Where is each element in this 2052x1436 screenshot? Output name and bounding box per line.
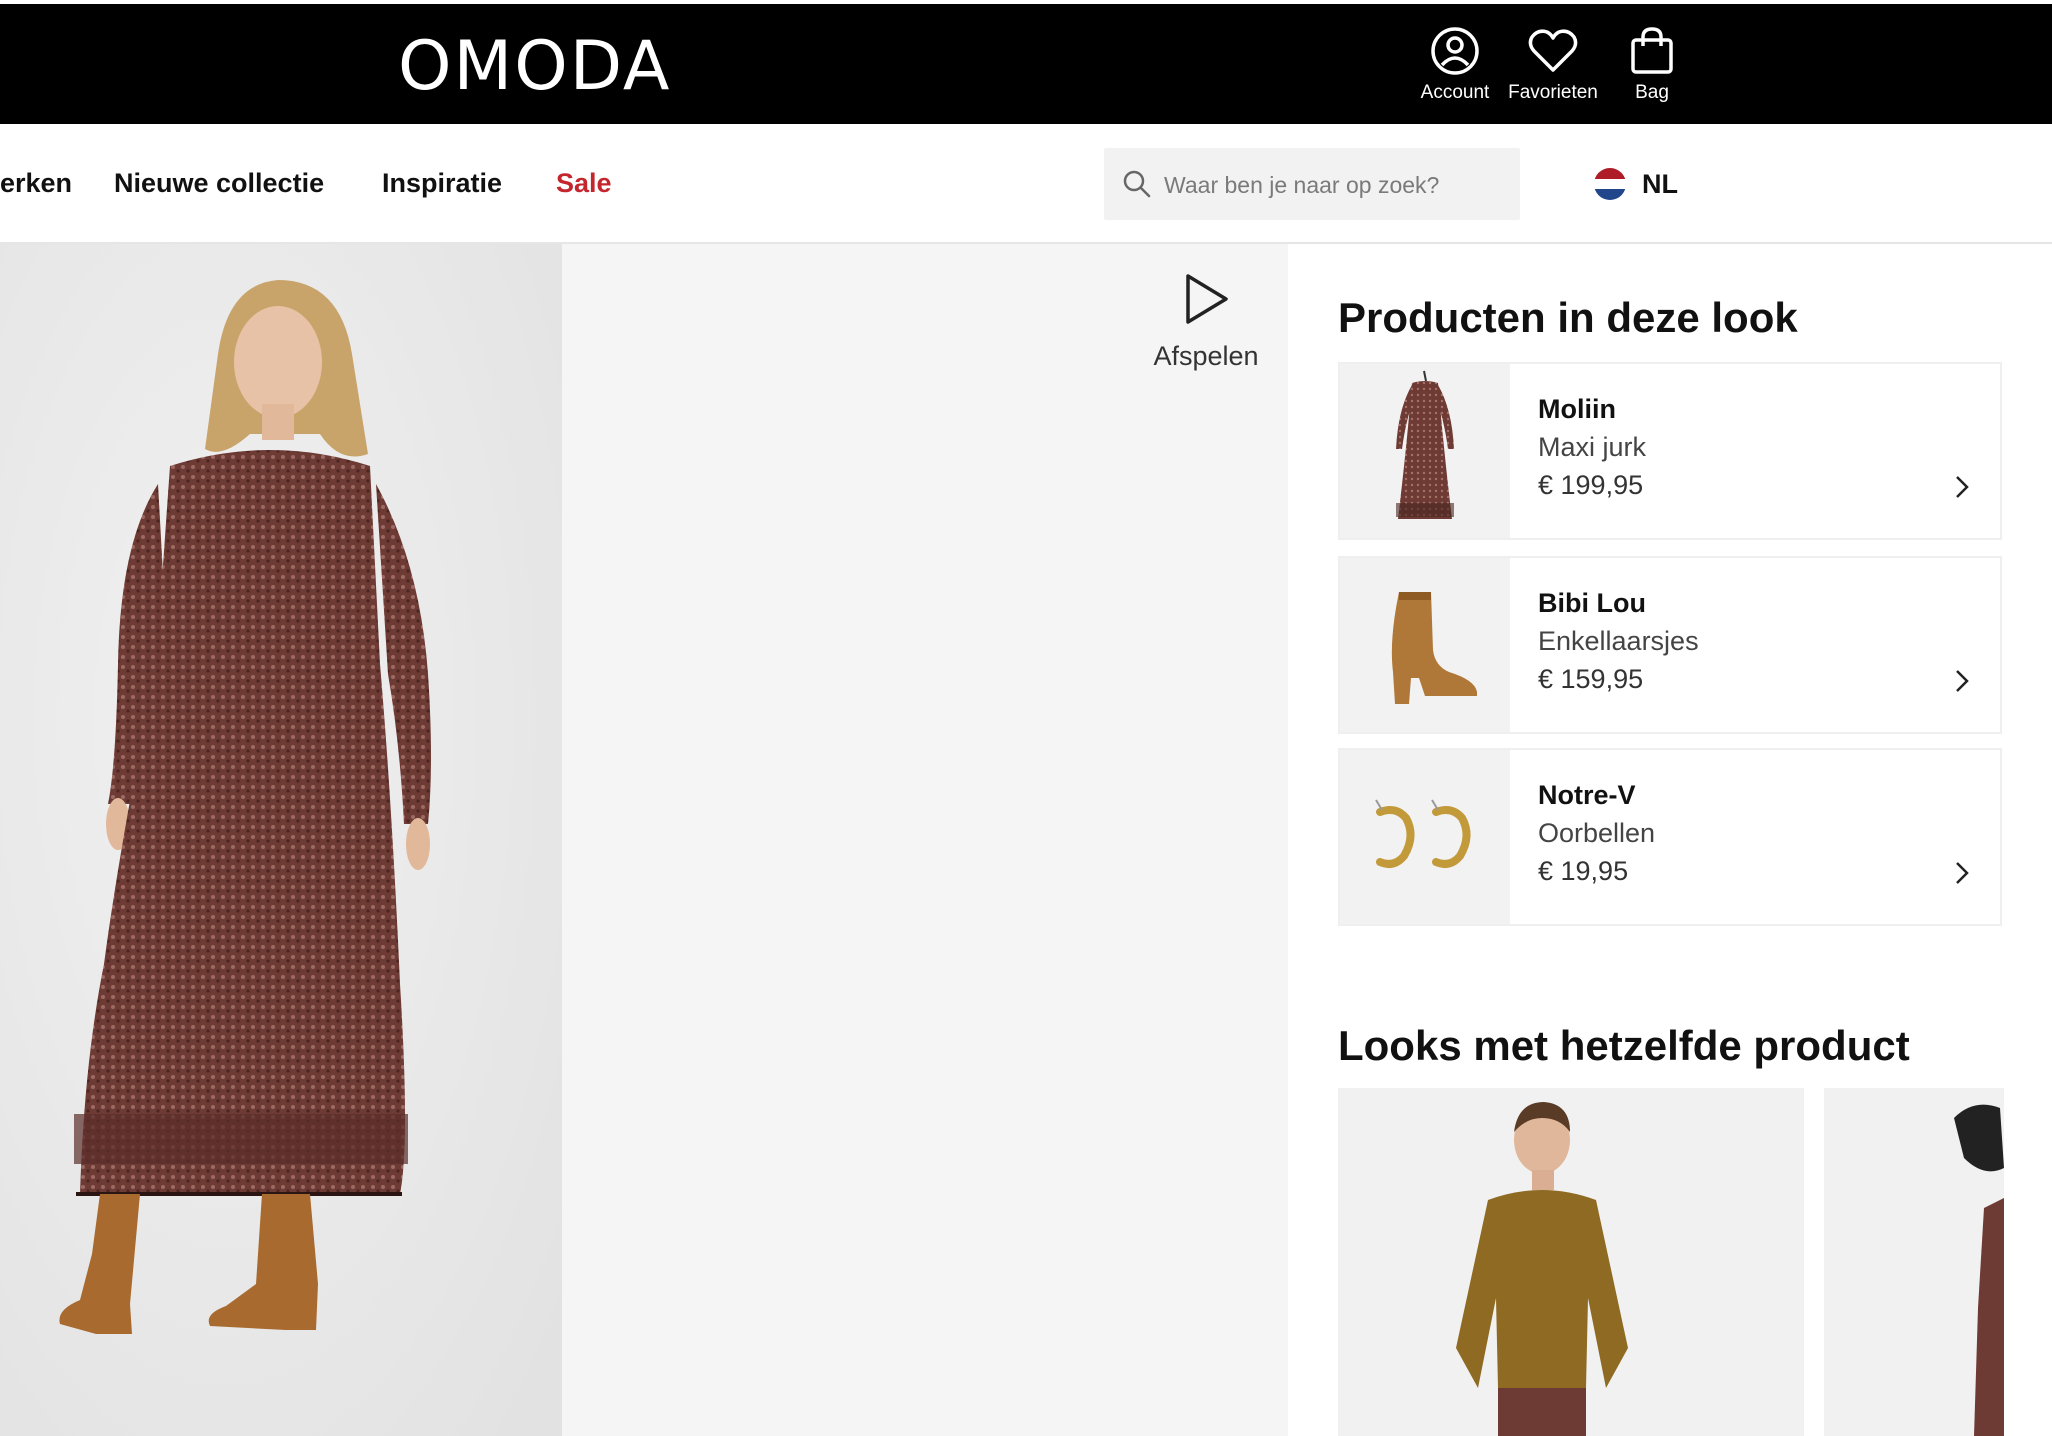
product-brand: Notre-V — [1538, 780, 1636, 810]
product-card[interactable]: Notre-V Oorbellen € 19,95 — [1338, 748, 2002, 926]
product-card[interactable]: Moliin Maxi jurk € 199,95 — [1338, 362, 2002, 540]
model-image — [0, 244, 562, 1436]
play-icon — [1186, 274, 1228, 324]
search-box[interactable] — [1104, 148, 1520, 220]
look-products-panel: Producten in deze look Moliin Maxi jurk … — [1288, 244, 2052, 1436]
look-photo — [0, 244, 562, 1436]
product-price: € 159,95 — [1538, 664, 1644, 694]
favorites-button[interactable]: Favorieten — [1498, 26, 1608, 104]
chevron-right-icon — [1956, 862, 1969, 884]
dress-icon — [1396, 370, 1454, 519]
boot-icon — [1391, 592, 1477, 704]
top-bar: OMODA Account Favorieten Bag — [0, 0, 2052, 124]
language-code: NL — [1642, 168, 1678, 199]
product-thumbnail — [1340, 364, 1510, 538]
chevron-right-icon — [1956, 670, 1969, 692]
omoda-logo[interactable]: OMODA — [398, 28, 671, 106]
product-brand: Moliin — [1538, 394, 1616, 424]
top-edge — [0, 0, 2052, 4]
heart-icon — [1528, 29, 1578, 72]
netherlands-flag-icon — [1594, 168, 1626, 200]
looks-heading: Looks met hetzelfde product — [1338, 1022, 1910, 1069]
earrings-icon — [1375, 799, 1471, 868]
nav-item-merken[interactable]: erken — [0, 168, 72, 199]
chevron-right-icon — [1956, 476, 1969, 498]
product-price: € 19,95 — [1538, 856, 1629, 886]
nav-item-sale[interactable]: Sale — [556, 168, 612, 199]
product-thumbnail — [1340, 750, 1510, 924]
product-type: Enkellaarsjes — [1538, 626, 1699, 656]
product-card[interactable]: Bibi Lou Enkellaarsjes € 159,95 — [1338, 556, 2002, 734]
bag-label: Bag — [1635, 82, 1669, 103]
play-label: Afspelen — [1153, 341, 1259, 371]
video-area — [562, 244, 1288, 1436]
look-image — [1338, 1088, 1804, 1436]
look-thumbnail[interactable] — [1824, 1088, 2004, 1436]
account-icon — [1431, 27, 1479, 75]
play-button[interactable]: Afspelen — [1148, 272, 1264, 372]
account-label: Account — [1420, 82, 1490, 103]
search-input[interactable] — [1162, 166, 1506, 204]
product-price: € 199,95 — [1538, 470, 1644, 500]
bag-button[interactable]: Bag — [1597, 26, 1707, 104]
language-selector[interactable]: NL — [1594, 164, 1678, 204]
product-type: Maxi jurk — [1538, 432, 1647, 462]
bag-icon — [1631, 27, 1673, 74]
search-icon — [1123, 170, 1151, 198]
nav-item-nieuwe-collectie[interactable]: Nieuwe collectie — [114, 168, 324, 199]
product-thumbnail — [1340, 558, 1510, 732]
look-thumbnail[interactable] — [1338, 1088, 1804, 1436]
product-type: Oorbellen — [1538, 818, 1656, 848]
nav-item-inspiratie[interactable]: Inspiratie — [382, 168, 502, 199]
account-button[interactable]: Account — [1400, 26, 1510, 104]
product-brand: Bibi Lou — [1538, 588, 1646, 618]
navigation-bar: erken Nieuwe collectie Inspiratie Sale N… — [0, 124, 2052, 244]
favorites-label: Favorieten — [1508, 82, 1598, 103]
products-heading: Producten in deze look — [1338, 294, 1798, 341]
look-image — [1824, 1088, 2004, 1436]
